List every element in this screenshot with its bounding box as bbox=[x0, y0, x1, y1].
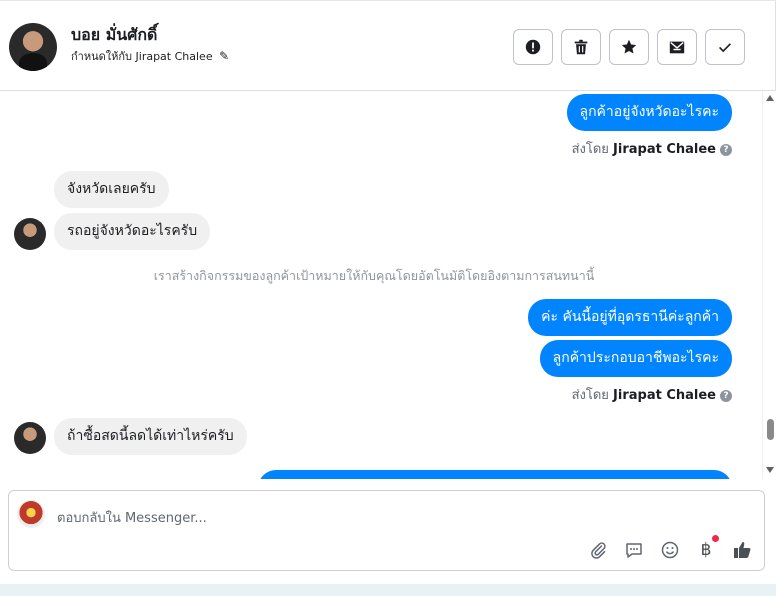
currency-icon: ฿ bbox=[700, 540, 712, 560]
message-bubble-outgoing[interactable]: ลูกค้าอยู่จังหวัดอะไรคะ bbox=[566, 94, 732, 131]
emoji-icon bbox=[661, 541, 679, 559]
conversation-header: บอย มั่นศักดิ์ กำหนดให้กับ Jirapat Chale… bbox=[0, 0, 776, 91]
payment-button[interactable]: ฿ bbox=[695, 539, 717, 561]
contact-avatar[interactable] bbox=[9, 23, 57, 71]
contact-avatar-small bbox=[14, 218, 46, 250]
star-icon bbox=[621, 39, 637, 54]
sent-by-label: ส่งโดย Jirapat Chalee? bbox=[572, 384, 732, 405]
assigned-prefix: กำหนดให้กับ bbox=[71, 50, 133, 63]
scroll-down-arrow-icon[interactable] bbox=[766, 467, 774, 473]
mark-unread-icon bbox=[669, 41, 685, 54]
attach-icon bbox=[591, 542, 606, 559]
page-bottom-strip bbox=[0, 584, 776, 596]
mark-done-button[interactable] bbox=[705, 29, 745, 65]
message-bubble-incoming[interactable]: จังหวัดเลยครับ bbox=[54, 171, 169, 208]
message-bubble-outgoing[interactable]: ลูกค้าประกอบอาชีพอะไรคะ bbox=[539, 340, 732, 377]
edit-pencil-icon[interactable]: ✎ bbox=[219, 49, 229, 63]
emoji-button[interactable] bbox=[659, 539, 681, 561]
thread-scrollbar[interactable] bbox=[762, 91, 776, 479]
reply-input[interactable]: ตอบกลับใน Messenger... bbox=[57, 507, 207, 528]
sent-by-agent: Jirapat Chalee bbox=[613, 388, 716, 403]
message-bubble-incoming[interactable]: ถ้าซื้อสดนี้ลดได้เท่าไหร่ครับ bbox=[54, 418, 247, 455]
help-icon[interactable]: ? bbox=[720, 390, 732, 402]
sent-by-agent: Jirapat Chalee bbox=[613, 142, 716, 157]
mark-unread-button[interactable] bbox=[657, 29, 697, 65]
system-notice: เราสร้างกิจกรรมของลูกค้าเป้าหมายให้กับคุ… bbox=[153, 268, 595, 283]
delete-button[interactable] bbox=[561, 29, 601, 65]
attach-button[interactable] bbox=[587, 539, 609, 561]
message-bubble-outgoing-partial[interactable] bbox=[258, 470, 732, 479]
page-avatar bbox=[17, 500, 45, 528]
saved-reply-icon bbox=[626, 543, 642, 558]
help-icon[interactable]: ? bbox=[720, 144, 732, 156]
assigned-agent-name: Jirapat Chalee bbox=[135, 50, 213, 63]
message-bubble-outgoing[interactable]: ค่ะ คันนี้อยู่ที่อุดรธานีค่ะลูกค้า bbox=[528, 299, 732, 336]
sent-by-label: ส่งโดย Jirapat Chalee? bbox=[572, 138, 732, 159]
saved-reply-button[interactable] bbox=[623, 539, 645, 561]
alert-icon bbox=[525, 39, 541, 55]
mark-spam-button[interactable] bbox=[513, 29, 553, 65]
scroll-up-arrow-icon[interactable] bbox=[766, 95, 774, 101]
sent-by-prefix: ส่งโดย bbox=[571, 142, 609, 157]
like-icon bbox=[734, 542, 751, 558]
sent-by-prefix: ส่งโดย bbox=[571, 388, 609, 403]
contact-name[interactable]: บอย มั่นศักดิ์ bbox=[71, 23, 157, 48]
assignment-row[interactable]: กำหนดให้กับ Jirapat Chalee ✎ bbox=[71, 47, 229, 65]
scroll-thumb[interactable] bbox=[767, 419, 774, 440]
star-button[interactable] bbox=[609, 29, 649, 65]
message-bubble-incoming[interactable]: รถอยู่จังหวัดอะไรครับ bbox=[54, 213, 211, 250]
check-icon bbox=[719, 43, 731, 53]
contact-avatar-small bbox=[14, 422, 46, 454]
reply-composer[interactable]: ตอบกลับใน Messenger... ฿ bbox=[8, 490, 765, 571]
notification-dot bbox=[712, 535, 719, 542]
message-thread[interactable]: ลูกค้าอยู่จังหวัดอะไรคะ ส่งโดย Jirapat C… bbox=[0, 91, 762, 479]
trash-icon bbox=[574, 39, 588, 55]
like-button[interactable] bbox=[731, 539, 753, 561]
